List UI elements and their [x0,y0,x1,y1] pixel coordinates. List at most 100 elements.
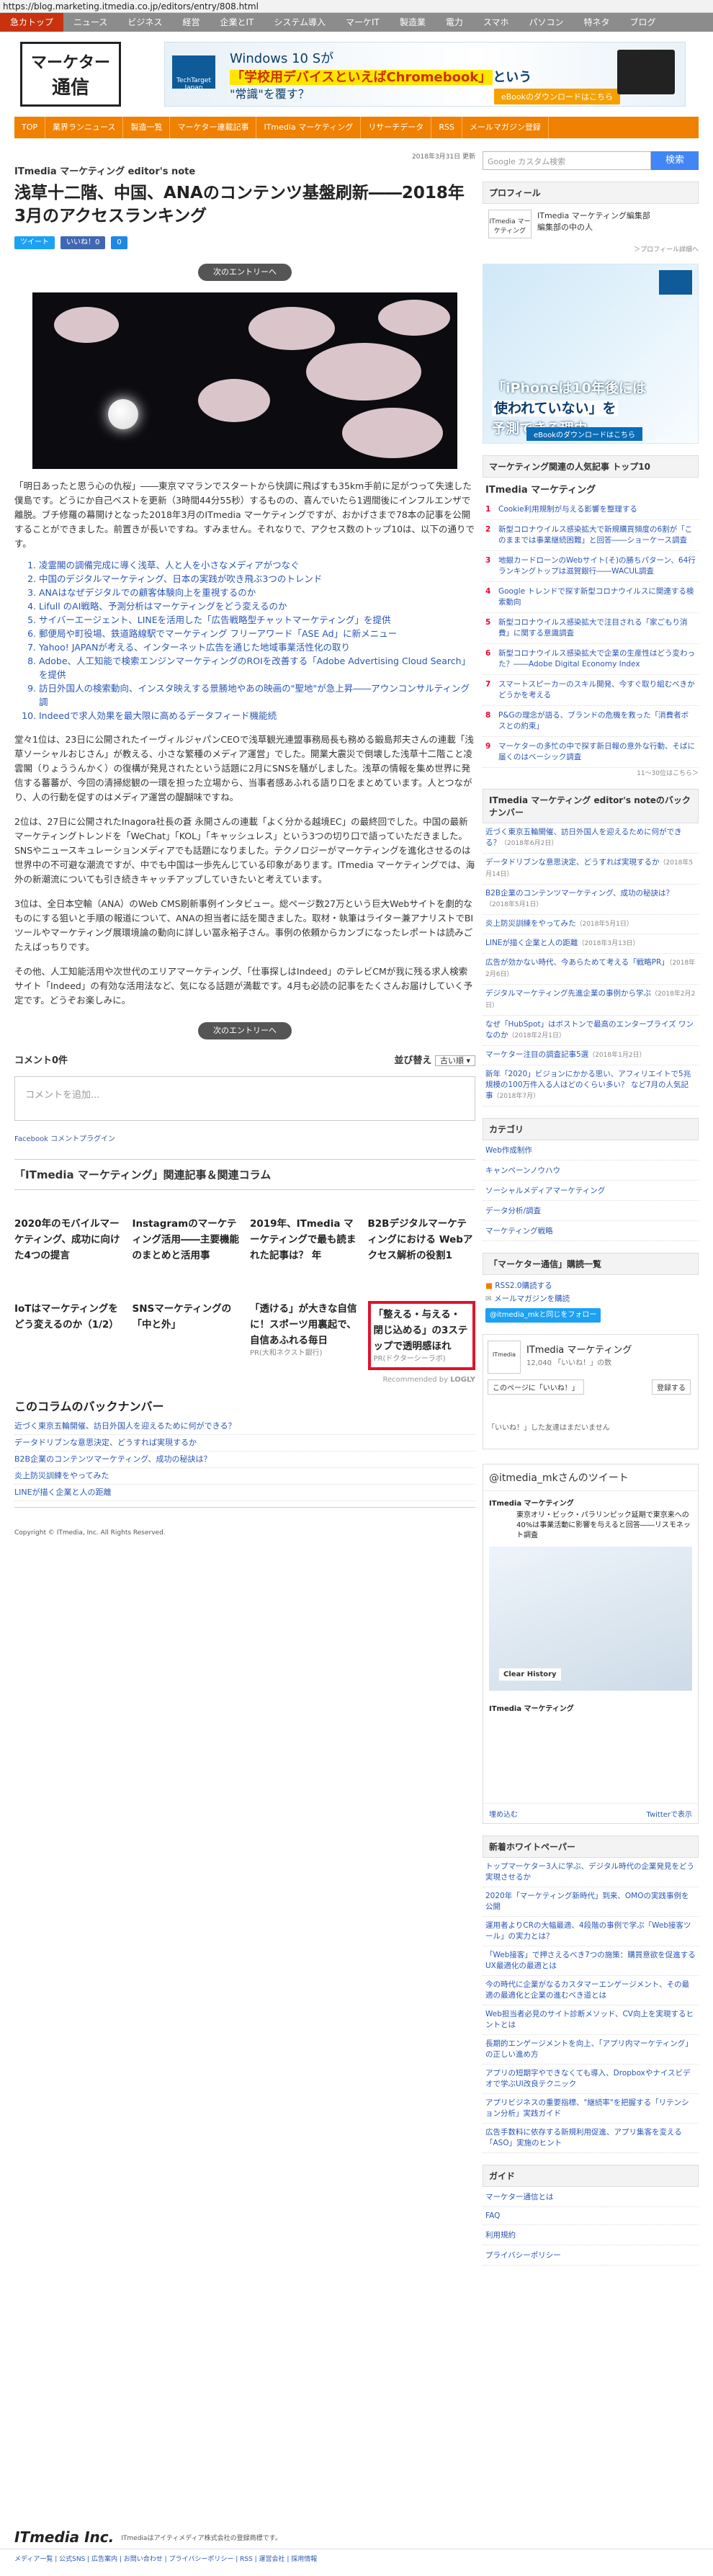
ranking-item[interactable]: ANAはなぜデジタルでの顧客体験向上を重視するのか [39,586,475,599]
logly-logo[interactable]: LOGLY [450,1376,475,1384]
ranking-item[interactable]: 訪日外国人の検索動向、インスタ映えする景勝地やあの映画の"聖地"が急上昇――アウ… [39,681,475,709]
nav-item[interactable]: TOP [14,117,46,138]
related-card[interactable]: Instagramのマーケティング活用――主要機能のまとめと活用事 [133,1216,241,1279]
sidebar-ad[interactable]: 「iPhoneは10年後には使われていない」を予測できる理由 eBookのダウン… [483,264,699,444]
category-item[interactable]: データ分析/調査 [483,1201,699,1221]
backnumber-item[interactable]: 炎上防災訓練をやってみた（2018年5月1日） [483,915,699,934]
gnav-item[interactable]: ニュース [63,13,117,32]
gnav-item[interactable]: スマホ [473,13,519,32]
nav-item[interactable]: 製造一覧 [123,117,171,138]
gnav-item[interactable]: ビジネス [117,13,172,32]
backnumber-item[interactable]: マーケター注目の調査記事5選（2018年1月2日） [483,1046,699,1065]
guide-item[interactable]: FAQ [483,2207,699,2225]
back-number-item[interactable]: 近づく東京五輪開催、訪日外国人を迎えるために何ができる？ [14,1418,475,1435]
whitepaper-item[interactable]: 長期的エンゲージメントを向上、「アプリ内マーケティング」の正しい進め方 [483,2035,699,2065]
ranking-item[interactable]: Yahoo! JAPANが考える、インターネット広告を通じた地域事業活性化の取り [39,640,475,654]
whitepaper-item[interactable]: アプリの短期字やできなくても導入、Dropboxやナイスビデオで学ぶUI改良テク… [483,2065,699,2094]
fb-share-button[interactable]: 登録する [652,1379,691,1395]
gnav-item[interactable]: 電力 [436,13,473,32]
search-button[interactable]: 検索 [651,151,699,170]
related-card[interactable]: IoTはマーケティングをどう変えるのか（1/2） [14,1301,122,1370]
ad-cta-button[interactable]: eBookのダウンロードはこちら [526,427,643,441]
related-card[interactable]: 2019年、ITmedia マーケティングで最も読まれた記事は？ 年 [250,1216,358,1279]
rank-item[interactable]: 7 スマートスピーカーのスキル開発、今すぐ取り組むべきかどうかを考える [483,675,699,706]
nav-item[interactable]: メールマガジン登録 [462,117,549,138]
guide-item[interactable]: プライバシーポリシー [483,2245,699,2266]
like-button[interactable]: いいね！0 [60,236,106,249]
related-card[interactable]: 2020年のモバイルマーケティング、成功に向けた4つの提言 [14,1216,122,1279]
tweet-button[interactable]: ツイート [14,236,55,249]
gnav-item[interactable]: 製造業 [390,13,436,32]
tweet-author-2[interactable]: ITmedia マーケティング [483,1696,698,1713]
fb-plugin-link[interactable]: Facebook コメントプラグイン [14,1132,475,1143]
whitepaper-item[interactable]: 運用者よりCRの大幅最適、4段階の事例で学ぶ「Web接客ツール」の実力とは？ [483,1917,699,1946]
rank-item[interactable]: 8 P&Gの理念が語る、ブランドの危機を救った「消費者ボスとの約束」 [483,706,699,737]
backnumber-item[interactable]: 新年「2020」ビジョンにかかる思い、アフィリエイトで5兆規模の100万件入る人… [483,1065,699,1106]
category-item[interactable]: キャンペーンノウハウ [483,1160,699,1181]
whitepaper-item[interactable]: 広告手数料に依存する新規利用促進、アプリ集客を変える「ASO」実施のヒント [483,2124,699,2153]
guide-item[interactable]: マーケター通信とは [483,2187,699,2207]
ranking-item[interactable]: 郵便局や町役場、鉄道路線駅でマーケティング フリーアワード「ASE Ad」に新メ… [39,627,475,640]
ranking-item[interactable]: Adobe、人工知能で検索エンジンマーケティングのROIを改善する「Adobe … [39,654,475,681]
rank-item[interactable]: 6 新型コロナウイルス感染拡大で企業の生産性はどう変わった？――Adobe Dig… [483,644,699,675]
backnumber-item[interactable]: 近づく東京五輪開催、訪日外国人を迎えるために何ができる？（2018年6月2日） [483,823,699,854]
hatena-button[interactable]: 0 [111,236,127,249]
back-number-item[interactable]: データドリブンな意思決定、どうすれば実現するか [14,1435,475,1452]
embed-link[interactable]: 埋め込む [489,1808,518,1819]
whitepaper-item[interactable]: アプリビジネスの重要指標、"継続率"を把握する「リテンション分析」実践ガイド [483,2094,699,2124]
rank-item[interactable]: 2 新型コロナウイルス感染拡大で新規購買頻度の6割が「このままでは事業継続困難」と… [483,520,699,551]
gnav-item[interactable]: 特ネタ [574,13,620,32]
nav-item[interactable]: RSS [431,117,462,138]
back-number-item[interactable]: B2B企業のコンテンツマーケティング、成功の秘訣は？ [14,1452,475,1468]
nav-item[interactable]: マーケター連載記事 [170,117,257,138]
ranking-item[interactable]: 中国のデジタルマーケティング、日本の実践が吹き飛ぶ3つのトレンド [39,572,475,586]
whitepaper-item[interactable]: 2020年「マーケティング新時代」到来、OMOの実践事例を公開 [483,1887,699,1917]
gnav-item[interactable]: マーケIT [336,13,390,32]
rank-item[interactable]: 5 新型コロナウイルス感染拡大で注目される「家ごもり消費」に関する意識調査 [483,613,699,644]
whitepaper-item[interactable]: 「Web接客」で押さえるべき7つの施策：購買意欲を促進するUX最適化の最適とは [483,1946,699,1976]
rss-link[interactable]: ■ RSS2.0購読する [485,1279,696,1292]
gnav-item-top[interactable]: 急カトップ [0,13,64,32]
related-card-pr[interactable]: 「透ける」が大きな自信に！スポーツ用裏起で、自信あふれる毎日 PR(大和ネクスト銀… [250,1301,358,1370]
next-entry-button-bottom[interactable]: 次のエントリーへ [198,1022,292,1039]
footer-links[interactable]: メディア一覧 | 公式SNS | 広告案内 | お問い合わせ | プライバシーポ… [0,2549,713,2567]
whitepaper-item[interactable]: Web担当者必見のサイト診断メソッド、CV向上を実現するヒントとは [483,2005,699,2035]
profile-name[interactable]: ITmedia マーケティング編集部 [537,210,650,221]
back-number-item[interactable]: 炎上防災訓練をやってみた [14,1468,475,1485]
search-input[interactable]: Google カスタム検索 [483,151,651,170]
related-card[interactable]: SNSマーケティングの「中と外」 [133,1301,241,1370]
tweet-author[interactable]: ITmedia マーケティング [483,1491,698,1508]
rank-item[interactable]: 4 Google トレンドで探す新型コロナウイルスに関連する検索動向 [483,582,699,613]
nav-item[interactable]: リサーチデータ [361,117,432,138]
twitter-follow-button[interactable]: @itmedia_mkと同じをフォロー [485,1308,601,1323]
rank-more-link[interactable]: 11～30位はこちら＞ [483,768,699,777]
category-item[interactable]: マーケティング戦略 [483,1221,699,1241]
ranking-item[interactable]: Lifull のAI戦略、予測分析はマーケティングをどう変えるのか [39,599,475,613]
related-card-pr-highlighted[interactable]: 「整える・与える・閉じ込める」の3ステップで透明感ほれ PR(ドクターシーラボ) [367,1301,475,1370]
banner-ad[interactable]: TechTarget Japan Windows 10 Sが 「学校用デバイスと… [164,42,686,107]
category-item[interactable]: Web作成制作 [483,1140,699,1160]
backnumber-item[interactable]: LINEが描く企業と人の距離（2018年3月13日） [483,934,699,954]
back-number-item[interactable]: LINEが描く企業と人の距離 [14,1485,475,1501]
gnav-item[interactable]: 経営 [172,13,210,32]
backnumber-item[interactable]: データドリブンな意思決定、どうすれば実現するか（2018年5月14日） [483,854,699,885]
itmedia-logo[interactable]: ITmedia Inc. [14,2528,114,2546]
mail-link[interactable]: ✉ メールマガジンを購読 [485,1292,696,1305]
ranking-item[interactable]: サイバーエージェント、LINEを活用した「広告戦略型チャットマーケティング」を提… [39,613,475,627]
gnav-item[interactable]: ブログ [620,13,666,32]
whitepaper-item[interactable]: 今の時代に企業がなるカスタマーエンゲージメント、その最適の最適化と企業の進むべき… [483,1976,699,2005]
gnav-item[interactable]: パソコン [519,13,574,32]
url-bar[interactable]: https://blog.marketing.itmedia.co.jp/edi… [0,0,713,13]
backnumber-item[interactable]: B2B企業のコンテンツマーケティング、成功の秘訣は？ （2018年5月1日） [483,885,699,915]
whitepaper-item[interactable]: トップマーケター3人に学ぶ、デジタル時代の企業発見をどう実現させるか [483,1858,699,1887]
rank-item[interactable]: 3 地銀カードローンのWebサイト(そ)の勝ちパターン、64行ランキングトップは滋… [483,551,699,582]
rank-item[interactable]: 1 Cookie利用規制が与える影響を整理する [483,500,699,520]
ranking-item[interactable]: 凌霊閣の調備完成に導く浅草、人と人を小さなメディアがつなぐ [39,558,475,572]
gnav-item[interactable]: システム導入 [264,13,336,32]
banner-cta-button[interactable]: eBookのダウンロードはこちら [493,89,620,104]
ranking-item[interactable]: Indeedで求人効果を最大限に高めるデータフィード機能続 [39,709,475,723]
rank-item[interactable]: 9 マーケターの多忙の中で探す新日報の意外な行動、そばに届くのはベーシック調査 [483,737,699,768]
comment-input[interactable]: コメントを追加... [14,1076,475,1121]
sort-select[interactable]: 古い順 ▾ [434,1055,475,1066]
profile-icon[interactable]: ITmedia マーケティング [488,210,532,238]
